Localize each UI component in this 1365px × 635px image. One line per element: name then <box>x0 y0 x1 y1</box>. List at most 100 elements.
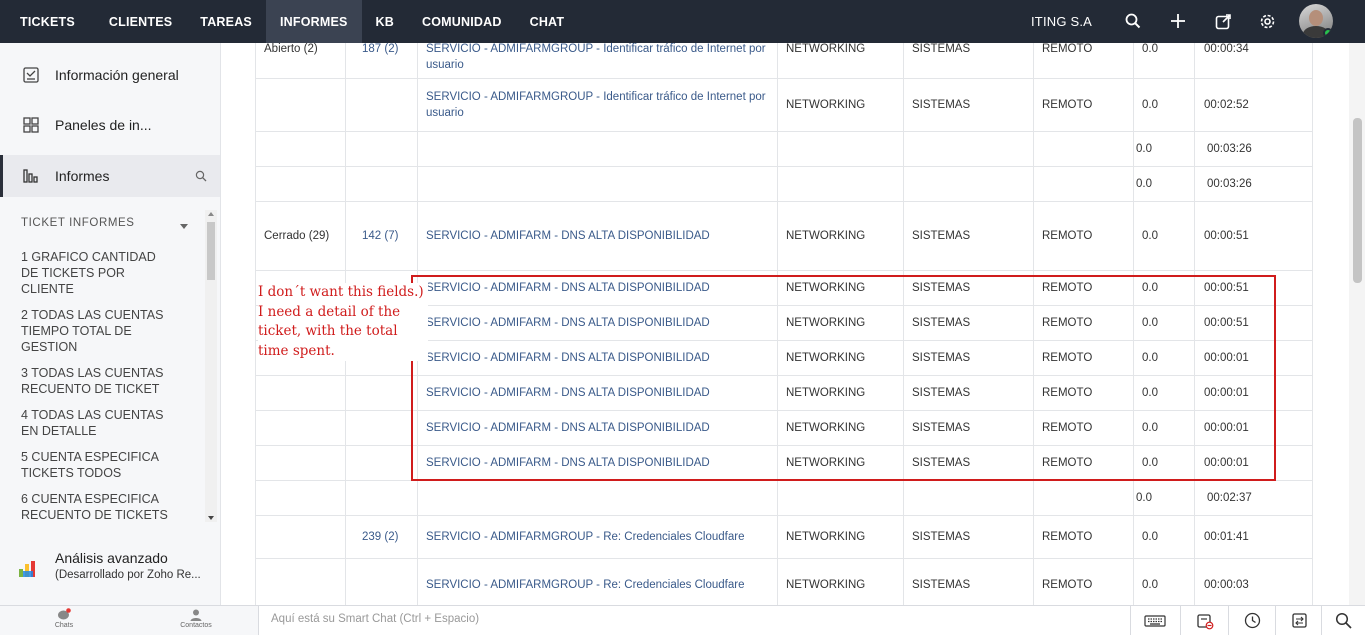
time-cell: 00:02:37 <box>1194 481 1313 515</box>
table-row: 0.0 00:02:37 <box>255 481 1313 516</box>
sidebar-item-dashboards[interactable]: Paneles de in... <box>0 104 220 146</box>
analytics-icon <box>19 561 35 577</box>
ticket-id-cell[interactable]: 187 (2) <box>345 43 417 78</box>
scroll-down-arrow-icon[interactable] <box>208 516 214 520</box>
tickets-status-button[interactable] <box>1180 606 1228 635</box>
reports-icon <box>23 169 38 183</box>
user-avatar[interactable] <box>1299 4 1333 38</box>
scroll-up-arrow-icon[interactable] <box>208 212 214 216</box>
status-cell <box>255 481 345 515</box>
subject-cell[interactable]: SERVICIO - ADMIFARM - DNS ALTA DISPONIBI… <box>417 202 777 270</box>
nav-tickets[interactable]: TICKETS <box>0 0 95 43</box>
count-cell: 0.0 <box>1133 79 1194 131</box>
mode-cell: REMOTO <box>1033 79 1133 131</box>
sidebar-item-label: Paneles de in... <box>55 117 152 133</box>
status-cell: Cerrado (29) <box>255 202 345 270</box>
nav-comunidad[interactable]: COMUNIDAD <box>408 0 516 43</box>
status-cell <box>255 446 345 480</box>
report-list-scrollbar[interactable] <box>205 210 217 522</box>
advanced-analytics-title: Análisis avanzado <box>55 550 168 566</box>
section-title: TICKET INFORMES <box>21 217 135 229</box>
report-item[interactable]: 3 TODAS LAS CUENTAS RECUENTO DE TICKET <box>21 365 171 397</box>
overview-icon <box>23 67 39 83</box>
smart-chat-input[interactable]: Aquí está su Smart Chat (Ctrl + Espacio) <box>271 613 479 625</box>
organization-name[interactable]: ITING S.A <box>1031 0 1092 43</box>
exchange-icon <box>1292 613 1307 628</box>
nav-chat[interactable]: CHAT <box>516 0 579 43</box>
status-cell <box>255 559 345 605</box>
subject-cell[interactable]: SERVICIO - ADMIFARMGROUP - Identificar t… <box>417 43 777 78</box>
nav-informes[interactable]: INFORMES <box>265 0 362 43</box>
annotation-line: I don´t want this fields.) <box>258 284 424 300</box>
report-item[interactable]: 6 CUENTA ESPECIFICA RECUENTO DE TICKETS <box>21 491 171 523</box>
search-button[interactable] <box>1321 606 1365 635</box>
ticket-id-cell <box>345 559 417 605</box>
table-row: 0.0 00:03:26 <box>255 167 1313 202</box>
table-row: SERVICIO - ADMIFARMGROUP - Re: Credencia… <box>255 559 1313 605</box>
online-status-dot <box>1323 28 1333 38</box>
scrollbar-thumb[interactable] <box>1353 118 1362 283</box>
advanced-analytics-link[interactable]: Análisis avanzado (Desarrollado por Zoho… <box>0 543 220 593</box>
nav-kb[interactable]: KB <box>362 0 408 43</box>
switch-view-button[interactable] <box>1275 606 1323 635</box>
settings-gear-icon[interactable] <box>1256 10 1278 32</box>
dashboard-icon <box>23 117 39 133</box>
category-cell <box>777 167 903 201</box>
ticket-id-cell[interactable]: 142 (7) <box>345 202 417 270</box>
sidebar: Información general Paneles de in... Inf… <box>0 43 221 605</box>
department-cell: SISTEMAS <box>903 559 1033 605</box>
ticket-id-cell <box>345 481 417 515</box>
mode-cell: REMOTO <box>1033 516 1133 558</box>
mode-cell <box>1033 481 1133 515</box>
count-cell: 0.0 <box>1133 167 1194 201</box>
sidebar-item-label: Información general <box>55 67 179 83</box>
ticket-id-cell <box>345 411 417 445</box>
time-cell: 00:01:41 <box>1194 516 1313 558</box>
content-scrollbar[interactable] <box>1349 43 1365 605</box>
search-icon <box>1335 612 1352 629</box>
subject-cell <box>417 132 777 166</box>
sidebar-item-reports[interactable]: Informes <box>0 155 220 197</box>
time-cell: 00:03:26 <box>1194 132 1313 166</box>
status-cell <box>255 132 345 166</box>
subject-cell[interactable]: SERVICIO - ADMIFARMGROUP - Re: Credencia… <box>417 516 777 558</box>
scrollbar-thumb[interactable] <box>207 222 215 280</box>
time-cell: 00:00:34 <box>1194 43 1313 78</box>
ticket-badge-icon <box>1196 613 1213 629</box>
annotation-line: ticket, with the total <box>258 323 398 339</box>
contacts-button[interactable]: Contactos <box>166 608 226 634</box>
report-item[interactable]: 2 TODAS LAS CUENTAS TIEMPO TOTAL DE GEST… <box>21 307 171 355</box>
time-cell: 00:00:03 <box>1194 559 1313 605</box>
subject-cell[interactable]: SERVICIO - ADMIFARMGROUP - Identificar t… <box>417 79 777 131</box>
setup-launch-icon[interactable] <box>1212 10 1234 32</box>
department-cell: SISTEMAS <box>903 79 1033 131</box>
contacts-label: Contactos <box>180 622 212 629</box>
search-icon[interactable] <box>1122 10 1144 32</box>
add-icon[interactable] <box>1167 10 1189 32</box>
annotation-note: I don´t want this fields.) I need a deta… <box>258 283 428 361</box>
subject-cell <box>417 167 777 201</box>
department-cell <box>903 481 1033 515</box>
report-item[interactable]: 1 GRAFICO CANTIDAD DE TICKETS POR CLIENT… <box>21 249 171 297</box>
sidebar-item-label: Informes <box>55 168 110 184</box>
nav-tareas[interactable]: TAREAS <box>186 0 266 43</box>
category-cell: NETWORKING <box>777 79 903 131</box>
sidebar-item-overview[interactable]: Información general <box>0 54 220 96</box>
report-item[interactable]: 4 TODAS LAS CUENTAS EN DETALLE <box>21 407 171 439</box>
subject-cell <box>417 481 777 515</box>
category-cell <box>777 481 903 515</box>
search-icon[interactable] <box>195 170 207 182</box>
subject-cell[interactable]: SERVICIO - ADMIFARMGROUP - Re: Credencia… <box>417 559 777 605</box>
keyboard-shortcuts-button[interactable] <box>1130 606 1178 635</box>
nav-clientes[interactable]: CLIENTES <box>95 0 186 43</box>
chats-button[interactable]: Chats <box>34 608 94 634</box>
history-button[interactable] <box>1228 606 1276 635</box>
report-item[interactable]: 5 CUENTA ESPECIFICA TICKETS TODOS <box>21 449 171 481</box>
status-cell <box>255 411 345 445</box>
table-row: 0.0 00:03:26 <box>255 132 1313 167</box>
keyboard-icon <box>1143 614 1166 627</box>
ticket-id-cell[interactable]: 239 (2) <box>345 516 417 558</box>
collapse-caret-icon[interactable] <box>180 224 188 229</box>
time-cell: 00:00:51 <box>1194 202 1313 270</box>
time-cell: 00:02:52 <box>1194 79 1313 131</box>
